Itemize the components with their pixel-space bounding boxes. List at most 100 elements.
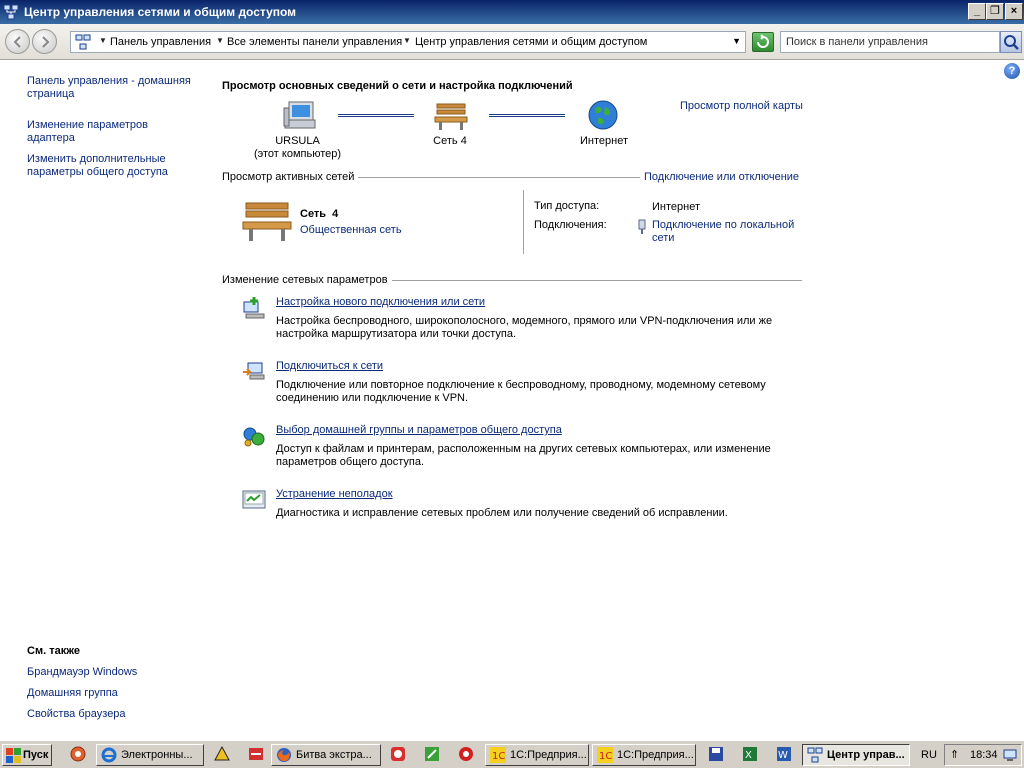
full-map-link[interactable]: Просмотр полной карты xyxy=(680,100,803,112)
access-type-value: Интернет xyxy=(652,201,700,213)
taskbar-task-label: Электронны... xyxy=(121,749,193,761)
firefox-icon xyxy=(277,748,291,762)
start-button[interactable]: Пуск xyxy=(2,744,52,766)
chevron-right-icon[interactable]: ▼ xyxy=(216,36,224,45)
network-tray-icon[interactable] xyxy=(1003,748,1017,762)
breadcrumb-item-control-panel[interactable]: Панель управления xyxy=(110,36,211,48)
access-type-label: Тип доступа: xyxy=(534,200,600,212)
task-connect-network[interactable]: Подключиться к сети xyxy=(276,360,383,372)
troubleshoot-icon[interactable] xyxy=(242,488,266,512)
task-new-connection[interactable]: Настройка нового подключения или сети xyxy=(276,296,485,308)
taskbar-task-browser[interactable]: Электронны... xyxy=(96,744,204,766)
save-icon[interactable] xyxy=(708,746,724,762)
search-icon xyxy=(1004,35,1019,50)
active-networks-title: Просмотр активных сетей xyxy=(222,171,359,183)
taskbar-task-label: Битва экстра... xyxy=(296,749,372,761)
window-title: Центр управления сетями и общим доступом xyxy=(24,5,297,19)
task-connect-network-desc: Подключение или повторное подключение к … xyxy=(276,379,766,404)
quicklaunch-app-icon[interactable] xyxy=(390,746,406,762)
connect-disconnect-link[interactable]: Подключение или отключение xyxy=(640,171,800,183)
computer-sub: (этот компьютер) xyxy=(253,148,342,160)
task-troubleshoot-desc: Диагностика и исправление сетевых пробле… xyxy=(276,507,728,519)
svg-text:1С: 1С xyxy=(492,751,505,762)
taskbar-task-1c-first[interactable]: 1С 1С:Предприя... xyxy=(485,744,589,766)
taskbar-task-network-center[interactable]: Центр управ... xyxy=(802,744,910,766)
1c-icon: 1С xyxy=(490,747,506,763)
sidebar-link-sharing-settings[interactable]: Изменить дополнительные параметры общего… xyxy=(27,153,187,179)
chevron-down-icon[interactable]: ▼ xyxy=(732,36,741,46)
system-tray: ⇑ 18:34 xyxy=(944,744,1022,766)
taskbar-task-label: Центр управ... xyxy=(827,749,905,761)
bench-icon xyxy=(434,103,468,130)
taskbar-task-1c-second[interactable]: 1С 1С:Предприя... xyxy=(592,744,696,766)
sidebar-link-home[interactable]: Панель управления - домашняя страница xyxy=(27,75,197,101)
title-bar[interactable]: Центр управления сетями и общим доступом… xyxy=(0,0,1024,24)
see-also-title: См. также xyxy=(27,645,80,657)
close-button[interactable]: × xyxy=(1005,3,1023,20)
1c-icon: 1С xyxy=(597,747,613,763)
tray-expand-icon[interactable]: ⇑ xyxy=(950,748,959,761)
network-type-link[interactable]: Общественная сеть xyxy=(300,224,402,236)
task-homegroup[interactable]: Выбор домашней группы и параметров общег… xyxy=(276,424,562,436)
vertical-divider xyxy=(523,190,524,254)
refresh-button[interactable] xyxy=(752,32,774,52)
svg-text:W: W xyxy=(778,750,788,761)
see-also-browser-properties[interactable]: Свойства браузера xyxy=(27,708,126,720)
control-panel-icon xyxy=(75,34,91,50)
see-also-homegroup[interactable]: Домашняя группа xyxy=(27,687,118,699)
taskbar-task-label: 1С:Предприя... xyxy=(510,749,587,761)
search-placeholder: Поиск в панели управления xyxy=(786,36,928,48)
computer-label: URSULA (этот компьютер) xyxy=(240,135,355,161)
computer-name: URSULA xyxy=(275,135,320,147)
quicklaunch-app-icon[interactable] xyxy=(458,746,474,762)
network-center-icon xyxy=(807,747,823,763)
task-homegroup-desc: Доступ к файлам и принтерам, расположенн… xyxy=(276,443,771,468)
see-also-firewall[interactable]: Брандмауэр Windows xyxy=(27,666,137,678)
quicklaunch-app-icon[interactable] xyxy=(424,746,440,762)
windows-logo-icon xyxy=(6,748,21,763)
change-settings-title: Изменение сетевых параметров xyxy=(222,274,392,286)
taskbar-task-label: 1С:Предприя... xyxy=(617,749,694,761)
internet-globe-icon xyxy=(588,100,618,130)
task-new-connection-desc: Настройка беспроводного, широкополосного… xyxy=(276,315,773,340)
forward-button[interactable] xyxy=(32,29,57,54)
breadcrumb-item-all-elements[interactable]: Все элементы панели управления xyxy=(227,36,402,48)
minimize-button[interactable]: _ xyxy=(968,3,986,20)
breadcrumb-item-network-center[interactable]: Центр управления сетями и общим доступом xyxy=(415,36,647,48)
task-troubleshoot[interactable]: Устранение неполадок xyxy=(276,488,393,500)
network-center-icon xyxy=(3,4,19,20)
back-button[interactable] xyxy=(5,29,30,54)
taskbar: Пуск Электронны... Битва экстра... 1С 1С… xyxy=(0,740,1024,768)
local-connection-link[interactable]: Подключение по локальной сети xyxy=(652,219,802,245)
quicklaunch-app-icon[interactable] xyxy=(70,746,86,762)
refresh-icon xyxy=(757,34,769,48)
back-arrow-icon xyxy=(13,36,21,48)
search-button[interactable] xyxy=(1000,31,1022,53)
word-icon[interactable]: W xyxy=(776,746,792,762)
clock[interactable]: 18:34 xyxy=(970,749,998,761)
taskbar-task-firefox[interactable]: Битва экстра... xyxy=(271,744,381,766)
quicklaunch-app-icon[interactable] xyxy=(248,746,264,762)
search-input[interactable]: Поиск в панели управления xyxy=(780,31,1000,53)
connections-label: Подключения: xyxy=(534,219,607,231)
quicklaunch-app-icon[interactable] xyxy=(214,746,230,762)
connect-network-icon[interactable] xyxy=(242,360,266,384)
forward-arrow-icon xyxy=(42,36,50,48)
breadcrumb[interactable]: ▼ Панель управления ▼ Все элементы панел… xyxy=(70,31,746,53)
map-connection-line xyxy=(489,114,565,117)
homegroup-icon[interactable] xyxy=(242,424,266,448)
network-cable-icon xyxy=(638,219,646,234)
excel-icon[interactable]: X xyxy=(742,746,758,762)
network-map-label[interactable]: Сеть 4 xyxy=(410,135,490,148)
new-connection-icon[interactable] xyxy=(242,296,266,320)
language-indicator[interactable]: RU xyxy=(921,749,937,761)
internet-label[interactable]: Интернет xyxy=(570,135,638,148)
svg-text:1С: 1С xyxy=(599,751,612,762)
help-icon[interactable]: ? xyxy=(1004,63,1020,79)
chevron-right-icon[interactable]: ▼ xyxy=(403,36,411,45)
ie-icon xyxy=(101,747,117,763)
sidebar-link-adapter-settings[interactable]: Изменение параметров адаптера xyxy=(27,119,167,145)
address-bar: ▼ Панель управления ▼ Все элементы панел… xyxy=(0,24,1024,60)
chevron-right-icon[interactable]: ▼ xyxy=(99,36,107,45)
restore-button[interactable]: ❐ xyxy=(986,3,1004,20)
